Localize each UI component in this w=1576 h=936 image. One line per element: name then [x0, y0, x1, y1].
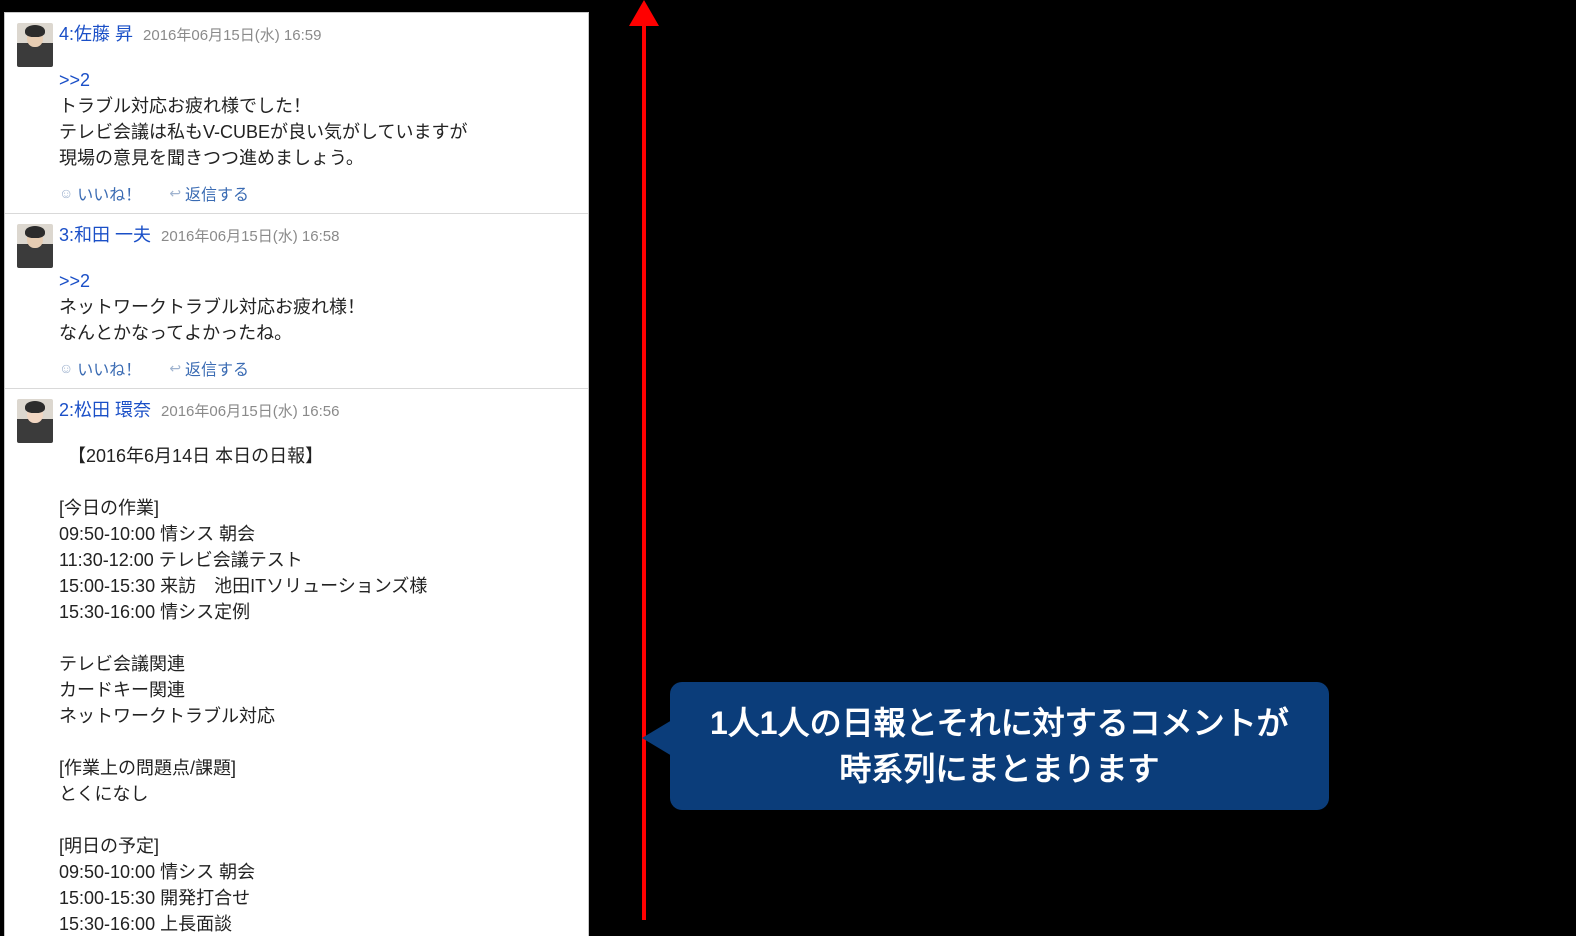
post-body-text: ネットワークトラブル対応お疲れ様！ なんとかなってよかったね。	[59, 297, 365, 343]
like-button[interactable]: ☺いいね！	[59, 356, 141, 380]
post-timestamp: 2016年06月15日(水) 16:58	[161, 228, 339, 245]
reply-reference-link[interactable]: >>2	[59, 70, 90, 90]
thread-post: 3:和田 一夫 2016年06月15日(水) 16:58 >>2 ネットワークトラブ…	[5, 213, 588, 388]
thread-panel: 4:佐藤 昇 2016年06月15日(水) 16:59 >>2 トラブル対応お疲れ様…	[4, 12, 589, 936]
post-actions: ☺いいね！ ↩返信する	[59, 181, 576, 205]
post-timestamp: 2016年06月15日(水) 16:56	[161, 403, 339, 420]
post-meta-line: 4:佐藤 昇 2016年06月15日(水) 16:59	[59, 23, 321, 47]
post-header: 3:和田 一夫 2016年06月15日(水) 16:58	[17, 224, 576, 268]
reply-reference-link[interactable]: >>2	[59, 271, 90, 291]
post-index: 3:	[59, 225, 74, 245]
avatar[interactable]	[17, 23, 53, 67]
post-meta-line: 3:和田 一夫 2016年06月15日(水) 16:58	[59, 224, 339, 248]
like-button[interactable]: ☺いいね！	[59, 181, 141, 205]
post-body: >>2 ネットワークトラブル対応お疲れ様！ なんとかなってよかったね。	[59, 268, 576, 346]
post-index: 4:	[59, 24, 74, 44]
post-author-link[interactable]: 松田 環奈	[74, 400, 151, 420]
smile-icon: ☺	[59, 185, 73, 201]
post-header: 4:佐藤 昇 2016年06月15日(水) 16:59	[17, 23, 576, 67]
post-body-text: 【2016年6月14日 本日の日報】 [今日の作業] 09:50-10:00 情…	[59, 446, 427, 934]
reply-label: 返信する	[185, 356, 249, 380]
post-meta-line: 2:松田 環奈 2016年06月15日(水) 16:56	[59, 399, 339, 423]
smile-icon: ☺	[59, 360, 73, 376]
thread-post: 2:松田 環奈 2016年06月15日(水) 16:56 【2016年6月14日 …	[5, 388, 588, 936]
post-header: 2:松田 環奈 2016年06月15日(水) 16:56	[17, 399, 576, 443]
avatar[interactable]	[17, 399, 53, 443]
post-index: 2:	[59, 400, 74, 420]
avatar[interactable]	[17, 224, 53, 268]
post-body: 【2016年6月14日 本日の日報】 [今日の作業] 09:50-10:00 情…	[59, 443, 576, 936]
post-body: >>2 トラブル対応お疲れ様でした！ テレビ会議は私もV-CUBEが良い気がして…	[59, 67, 576, 171]
timeline-arrow-body	[642, 20, 646, 920]
like-label: いいね！	[77, 181, 141, 205]
reply-button[interactable]: ↩返信する	[169, 181, 249, 205]
reply-arrow-icon: ↩	[169, 360, 181, 377]
post-author-link[interactable]: 佐藤 昇	[74, 24, 133, 44]
annotation-callout: 1人1人の日報とそれに対するコメントが 時系列にまとまります	[670, 682, 1329, 810]
post-actions: ☺いいね！ ↩返信する	[59, 356, 576, 380]
thread-post: 4:佐藤 昇 2016年06月15日(水) 16:59 >>2 トラブル対応お疲れ様…	[5, 13, 588, 213]
reply-label: 返信する	[185, 181, 249, 205]
reply-arrow-icon: ↩	[169, 185, 181, 202]
callout-line1: 1人1人の日報とそれに対するコメントが	[710, 700, 1289, 746]
callout-line2: 時系列にまとまります	[710, 746, 1289, 792]
post-timestamp: 2016年06月15日(水) 16:59	[143, 27, 321, 44]
timeline-arrow-head-icon	[629, 0, 659, 26]
reply-button[interactable]: ↩返信する	[169, 356, 249, 380]
post-author-link[interactable]: 和田 一夫	[74, 225, 151, 245]
post-body-text: トラブル対応お疲れ様でした！ テレビ会議は私もV-CUBEが良い気がしていますが…	[59, 96, 467, 168]
like-label: いいね！	[77, 356, 141, 380]
